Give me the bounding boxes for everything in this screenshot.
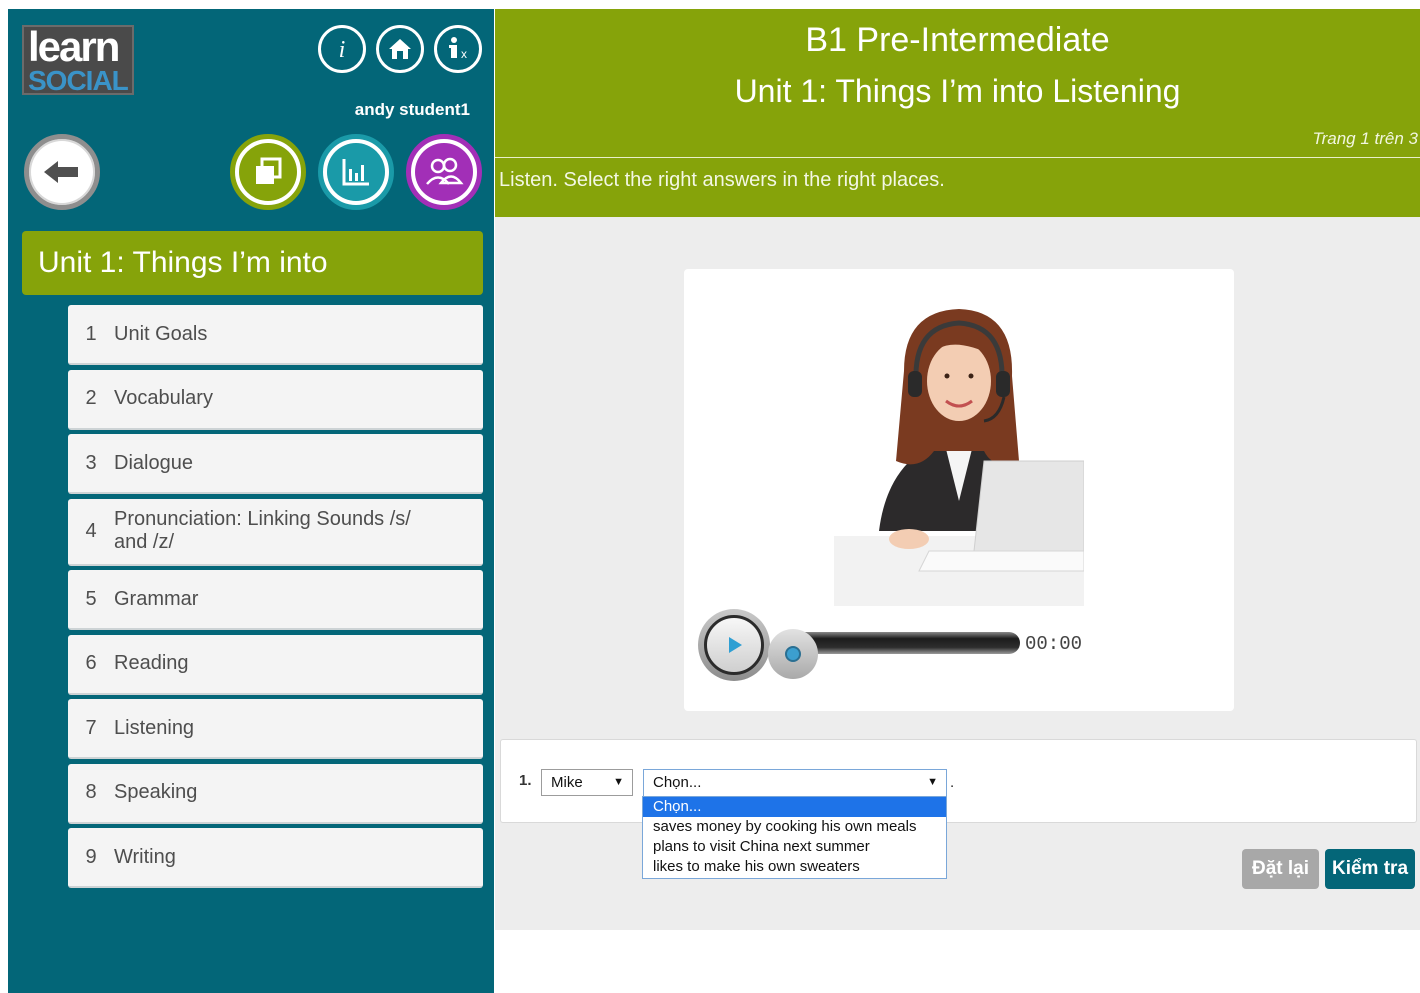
play-button[interactable] — [698, 609, 770, 681]
home-button[interactable] — [376, 25, 424, 73]
menu-item-number: 3 — [85, 451, 97, 474]
menu-item-unit-goals[interactable]: 1 Unit Goals — [68, 305, 483, 365]
dropdown-option[interactable]: Chọn... — [643, 797, 946, 817]
bar-chart-icon — [342, 159, 369, 186]
seek-knob — [785, 646, 801, 662]
info-button[interactable]: i — [318, 25, 366, 73]
progress-button[interactable] — [318, 134, 394, 210]
learn-social-logo: learn SOCIAL — [22, 23, 134, 96]
logo-text-social: SOCIAL — [28, 65, 129, 96]
menu-item-label: Listening — [114, 716, 195, 739]
answer-dropdown-list: Chọn... saves money by cooking his own m… — [642, 796, 947, 879]
header-divider — [495, 157, 1420, 158]
menu-item-writing[interactable]: 9 Writing — [68, 828, 483, 888]
menu-item-label: Reading — [114, 652, 189, 674]
menu-item-vocabulary[interactable]: 2 Vocabulary — [68, 369, 483, 430]
dropdown-option[interactable]: saves money by cooking his own meals — [643, 817, 946, 837]
instruction-text: Listen. Select the right answers in the … — [499, 169, 945, 191]
accessibility-button[interactable]: x — [434, 25, 482, 73]
page-indicator: Trang 1 trên 3 — [1312, 129, 1418, 148]
community-button[interactable] — [406, 134, 482, 210]
media-card: 00:00 — [684, 269, 1234, 711]
back-arrow-icon — [44, 161, 78, 183]
menu-item-number: 1 — [85, 322, 97, 345]
menu-item-number: 6 — [85, 652, 97, 674]
svg-text:x: x — [461, 47, 467, 61]
svg-text:i: i — [339, 37, 346, 63]
copy-button-face — [239, 143, 297, 201]
menu-item-number: 9 — [85, 845, 97, 868]
dropdown-arrow-icon: ▼ — [613, 776, 624, 788]
menu-item-number: 7 — [85, 716, 97, 739]
menu-item-reading[interactable]: 6 Reading — [68, 634, 483, 695]
menu-item-label: Speaking — [114, 781, 198, 803]
menu-item-label: Unit Goals — [114, 322, 208, 345]
menu-item-label: Dialogue — [114, 451, 193, 474]
menu-item-number: 5 — [85, 587, 97, 610]
accessibility-icon: x — [449, 37, 467, 61]
menu-item-label: Pronunciation: Linking Sounds /s/ and /z… — [114, 508, 411, 553]
username: andy student1 — [354, 100, 470, 119]
copy-pages-icon — [256, 157, 282, 184]
question-row: 1. Mike ▼ Chọn... ▼ . — [500, 739, 1417, 823]
menu-item-label: Grammar — [114, 587, 199, 610]
check-button[interactable]: Kiểm tra — [1325, 849, 1415, 889]
student-illustration — [834, 309, 1085, 606]
student-with-headset-photo — [834, 301, 1085, 606]
audio-time: 00:00 — [1025, 633, 1083, 655]
play-icon — [729, 637, 742, 653]
copy-button[interactable] — [230, 134, 306, 210]
question-trailing-punctuation: . — [950, 774, 955, 791]
home-icon — [389, 39, 411, 59]
course-title: B1 Pre-Intermediate — [805, 21, 1110, 59]
unit-title-banner: Unit 1: Things I’m into — [22, 231, 483, 295]
menu-item-number: 8 — [85, 781, 97, 803]
menu-item-number: 2 — [85, 387, 97, 409]
seek-handle[interactable] — [768, 629, 818, 679]
unit-menu: 1 Unit Goals 2 Vocabulary 3 Dialogue 4 P… — [68, 305, 483, 893]
menu-item-dialogue[interactable]: 3 Dialogue — [68, 434, 483, 494]
answer-select-value: Chọn... — [653, 774, 702, 791]
users-icon — [426, 157, 464, 185]
menu-item-speaking[interactable]: 8 Speaking — [68, 763, 483, 824]
exercise-area: 00:00 1. Mike ▼ Chọn... ▼ . — [495, 217, 1420, 930]
sidebar: learn SOCIAL i x andy student1 Unit 1: T… — [8, 9, 494, 993]
back-button[interactable] — [24, 134, 100, 210]
dropdown-option[interactable]: plans to visit China next summer — [643, 837, 946, 857]
lesson-header: B1 Pre-Intermediate Unit 1: Things I’m i… — [495, 9, 1420, 217]
name-select-value: Mike — [551, 774, 583, 791]
audio-progress-bar[interactable] — [794, 632, 1020, 654]
community-button-face — [415, 143, 473, 201]
question-number: 1. — [519, 772, 532, 789]
menu-item-grammar[interactable]: 5 Grammar — [68, 570, 483, 630]
menu-item-label: Writing — [114, 845, 176, 868]
answer-select[interactable]: Chọn... ▼ — [643, 769, 947, 797]
reset-button[interactable]: Đặt lại — [1242, 849, 1319, 889]
menu-item-label: Vocabulary — [114, 387, 213, 409]
menu-item-number: 4 — [85, 519, 97, 542]
name-select[interactable]: Mike ▼ — [541, 769, 633, 796]
page-title: Unit 1: Things I’m into Listening — [734, 73, 1181, 109]
progress-button-face — [327, 143, 385, 201]
dropdown-arrow-icon: ▼ — [927, 776, 938, 788]
play-button-face — [704, 615, 764, 675]
info-icon: i — [339, 37, 346, 63]
dropdown-option[interactable]: likes to make his own sweaters — [643, 857, 946, 877]
menu-item-listening[interactable]: 7 Listening — [68, 699, 483, 759]
menu-item-pronunciation[interactable]: 4 Pronunciation: Linking Sounds /s/ and … — [68, 498, 483, 566]
logo-text-learn: learn — [28, 23, 120, 70]
